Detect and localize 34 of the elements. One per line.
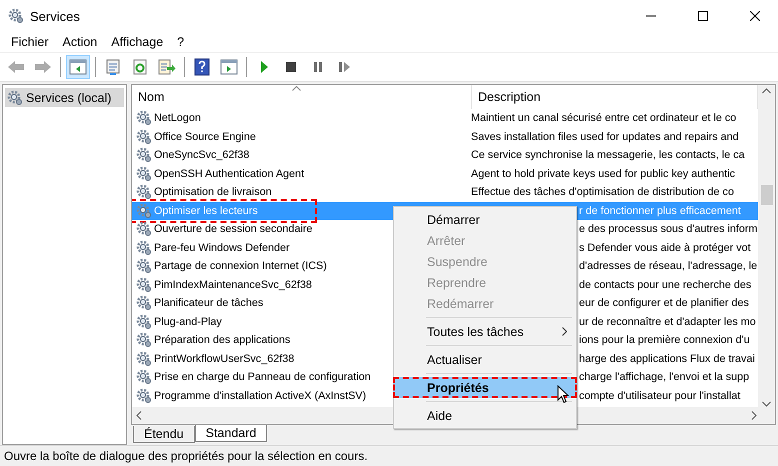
service-description: de contacts pour une recherche des (579, 278, 752, 291)
service-name: Préparation des applications (154, 334, 290, 346)
service-description: Ce service synchronise la messagerie, les contacts, le ca (471, 149, 745, 162)
service-description: r de fonctionner plus efficacement (579, 204, 741, 217)
service-name: Prise en charge du Panneau de configuration (154, 371, 371, 384)
service-description: Maintient un canal sécurisé entre cet ordinateur et le co (471, 112, 736, 124)
service-description: Saves installation files used for updates and repairs and (471, 130, 739, 143)
service-description: ur de reconnaître et d'adapter les mo (579, 316, 756, 328)
service-name: PrintWorkflowUserSvc_62f38 (154, 352, 294, 365)
service-description: ions pour la première connexion d'u (579, 334, 750, 346)
service-description: Agent to hold private keys used for public key authentic (471, 168, 736, 180)
service-description: Effectue des tâches d'optimisation de distribution de co (471, 186, 734, 198)
service-name: Pare-feu Windows Defender (154, 242, 290, 254)
service-name: OpenSSH Authentication Agent (154, 168, 304, 180)
service-name: Plug-and-Play (154, 316, 222, 328)
service-description: s Defender vous aide à protéger vot (579, 242, 751, 254)
service-name: Planificateur de tâches (154, 297, 264, 310)
service-name: Optimisation de livraison (154, 186, 272, 198)
service-description: eur de configurer et de planifier des (579, 297, 749, 310)
service-description: charge l'affichage, l'envoi et la supp (579, 371, 750, 384)
service-description: compte d'utilisateur pour l'installat (579, 390, 740, 402)
service-name: Optimiser les lecteurs (154, 204, 258, 217)
service-description: e des processus sous d'autres inform (579, 223, 758, 236)
service-description: d'adresses de réseau, l'adressage, le (579, 260, 758, 272)
service-description: harge des applications Flux de travai (579, 352, 755, 365)
service-name: Office Source Engine (154, 130, 256, 143)
window-title: Services (30, 8, 81, 24)
service-name: OneSyncSvc_62f38 (154, 149, 250, 162)
service-name: Partage de connexion Internet (ICS) (154, 260, 327, 272)
service-name: PimIndexMaintenanceSvc_62f38 (154, 278, 312, 291)
service-name: Programme d'installation ActiveX (AxInstSV) (154, 390, 366, 402)
status-text: Ouvre la boîte de dialogue des propriétés pour la sélection en cours. (0, 445, 778, 466)
service-name: NetLogon (154, 112, 201, 124)
service-name: Ouverture de session secondaire (154, 223, 312, 236)
